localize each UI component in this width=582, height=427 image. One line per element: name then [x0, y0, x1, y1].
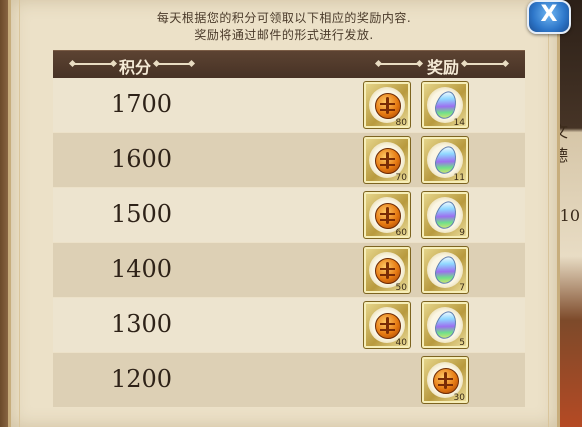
reward-count: 80	[395, 118, 407, 128]
reward-slot-frame	[427, 197, 463, 233]
score-value: 1200	[111, 365, 173, 393]
reward-count: 11	[453, 173, 465, 183]
table-row: 1700 80 14	[53, 78, 525, 132]
table-row: 1400 50 7	[53, 243, 525, 297]
rainbow-gem-icon	[432, 198, 460, 232]
reward-slot[interactable]: 5	[421, 301, 469, 349]
coin-icon	[433, 368, 459, 394]
table-row: 1500 60 9	[53, 188, 525, 242]
reward-slot[interactable]: 80	[363, 81, 411, 129]
header-score: 积分	[119, 58, 152, 77]
score-value: 1700	[111, 90, 173, 118]
header-ornament	[157, 63, 191, 65]
reward-count: 5	[459, 338, 465, 348]
reward-dialog: 每天根据您的积分可领取以下相应的奖励内容. 奖励将通过邮件的形式进行发放. 积分…	[8, 0, 560, 427]
score-value: 1300	[111, 310, 173, 338]
header-ornament	[73, 63, 113, 65]
reward-slot[interactable]: 14	[421, 81, 469, 129]
background-text-fragment: 10	[559, 206, 580, 225]
reward-count: 9	[459, 228, 465, 238]
score-value: 1400	[111, 255, 173, 283]
coin-icon	[375, 258, 401, 284]
reward-slot[interactable]: 50	[363, 246, 411, 294]
rainbow-gem-icon	[432, 253, 460, 287]
table-row: 1200 30	[53, 353, 525, 407]
reward-slot[interactable]: 40	[363, 301, 411, 349]
reward-count: 50	[395, 283, 407, 293]
description-line-2: 奖励将通过邮件的形式进行发放.	[194, 28, 374, 42]
score-value: 1600	[111, 145, 173, 173]
reward-slot-frame	[427, 252, 463, 288]
header-ornament	[465, 63, 505, 65]
description-line-1: 每天根据您的积分可领取以下相应的奖励内容.	[156, 11, 412, 25]
reward-count: 14	[453, 118, 465, 128]
header-reward: 奖励	[427, 58, 460, 77]
rainbow-gem-icon	[432, 88, 460, 122]
coin-icon	[375, 93, 401, 119]
reward-slot-frame	[427, 307, 463, 343]
reward-count: 30	[453, 393, 465, 403]
close-button[interactable]: X	[527, 0, 571, 34]
reward-slot[interactable]: 30	[421, 356, 469, 404]
score-value: 1500	[111, 200, 173, 228]
table-row: 1600 70 11	[53, 133, 525, 187]
reward-slot[interactable]: 70	[363, 136, 411, 184]
reward-slot[interactable]: 9	[421, 191, 469, 239]
reward-count: 60	[395, 228, 407, 238]
coin-icon	[375, 203, 401, 229]
rainbow-gem-icon	[432, 308, 460, 342]
reward-slot[interactable]: 60	[363, 191, 411, 239]
rainbow-gem-icon	[432, 143, 460, 177]
coin-icon	[375, 313, 401, 339]
reward-slot[interactable]: 11	[421, 136, 469, 184]
reward-count: 7	[459, 283, 465, 293]
reward-count: 40	[395, 338, 407, 348]
reward-slot[interactable]: 7	[421, 246, 469, 294]
table-row: 1300 40 5	[53, 298, 525, 352]
coin-icon	[375, 148, 401, 174]
header-ornament	[379, 63, 419, 65]
table-header: 积分 奖励	[53, 50, 525, 79]
reward-count: 70	[395, 173, 407, 183]
